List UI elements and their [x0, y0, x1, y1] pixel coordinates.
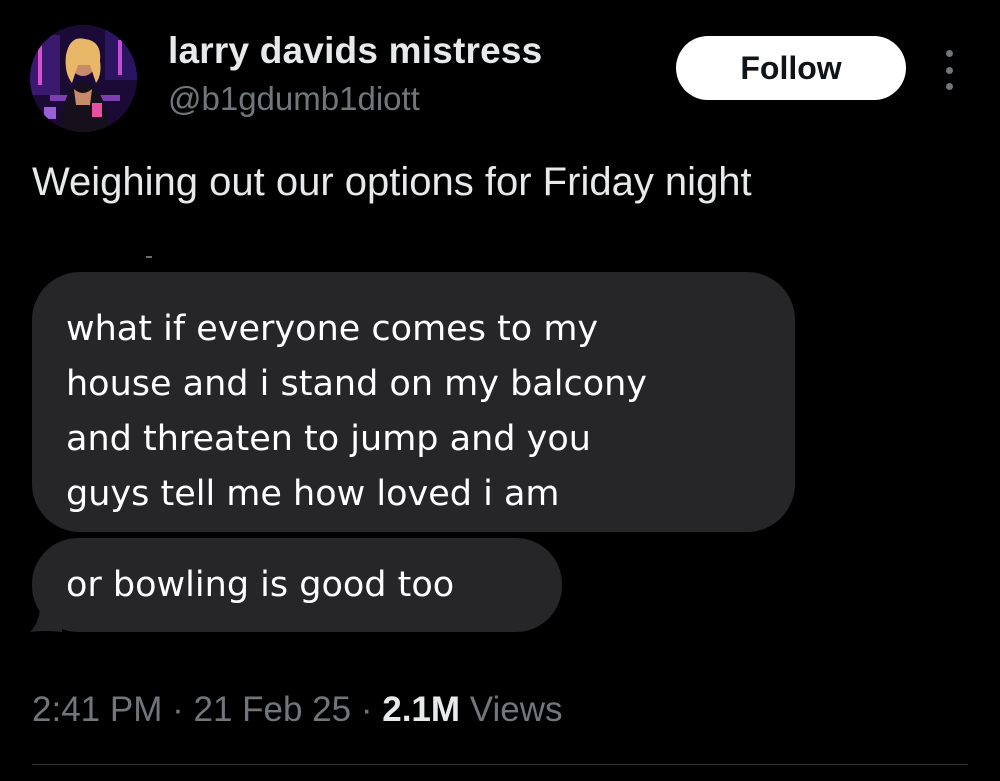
message-line: what if everyone comes to my: [66, 309, 599, 349]
message-line: guys tell me how loved i am: [66, 474, 560, 514]
tweet-time[interactable]: 2:41 PM: [32, 690, 162, 729]
more-vertical-icon[interactable]: [938, 50, 960, 90]
message-line: or bowling is good too: [66, 565, 455, 605]
message-bubble: what if everyone comes to my house and i…: [32, 272, 795, 532]
profile-photo-icon: [30, 25, 137, 132]
screenshot-artifact: [146, 256, 152, 258]
message-line: house and i stand on my balcony: [66, 364, 648, 404]
meta-separator: ·: [360, 690, 373, 729]
author-handle[interactable]: @b1gdumb1diott: [168, 80, 420, 118]
views-count: 2.1M: [382, 690, 461, 729]
views-label: Views: [469, 690, 563, 729]
tweet-date[interactable]: 21 Feb 25: [193, 690, 351, 729]
avatar[interactable]: [30, 25, 137, 132]
meta-separator: ·: [172, 690, 184, 729]
more-dot: [945, 50, 953, 57]
tweet-media-image[interactable]: what if everyone comes to my house and i…: [0, 248, 1000, 658]
message-bubble: or bowling is good too: [32, 538, 562, 632]
message-line: and threaten to jump and you: [66, 419, 591, 459]
tweet: larry davids mistress @b1gdumb1diott Fol…: [0, 0, 1000, 781]
more-dot: [945, 66, 953, 74]
tweet-text: Weighing out our options for Friday nigh…: [32, 160, 752, 204]
author-display-name[interactable]: larry davids mistress: [168, 30, 542, 72]
more-dot: [945, 83, 953, 90]
follow-button[interactable]: Follow: [676, 36, 906, 100]
tweet-meta: 2:41 PM · 21 Feb 25 · 2.1M Views: [32, 690, 563, 730]
divider: [32, 764, 968, 765]
